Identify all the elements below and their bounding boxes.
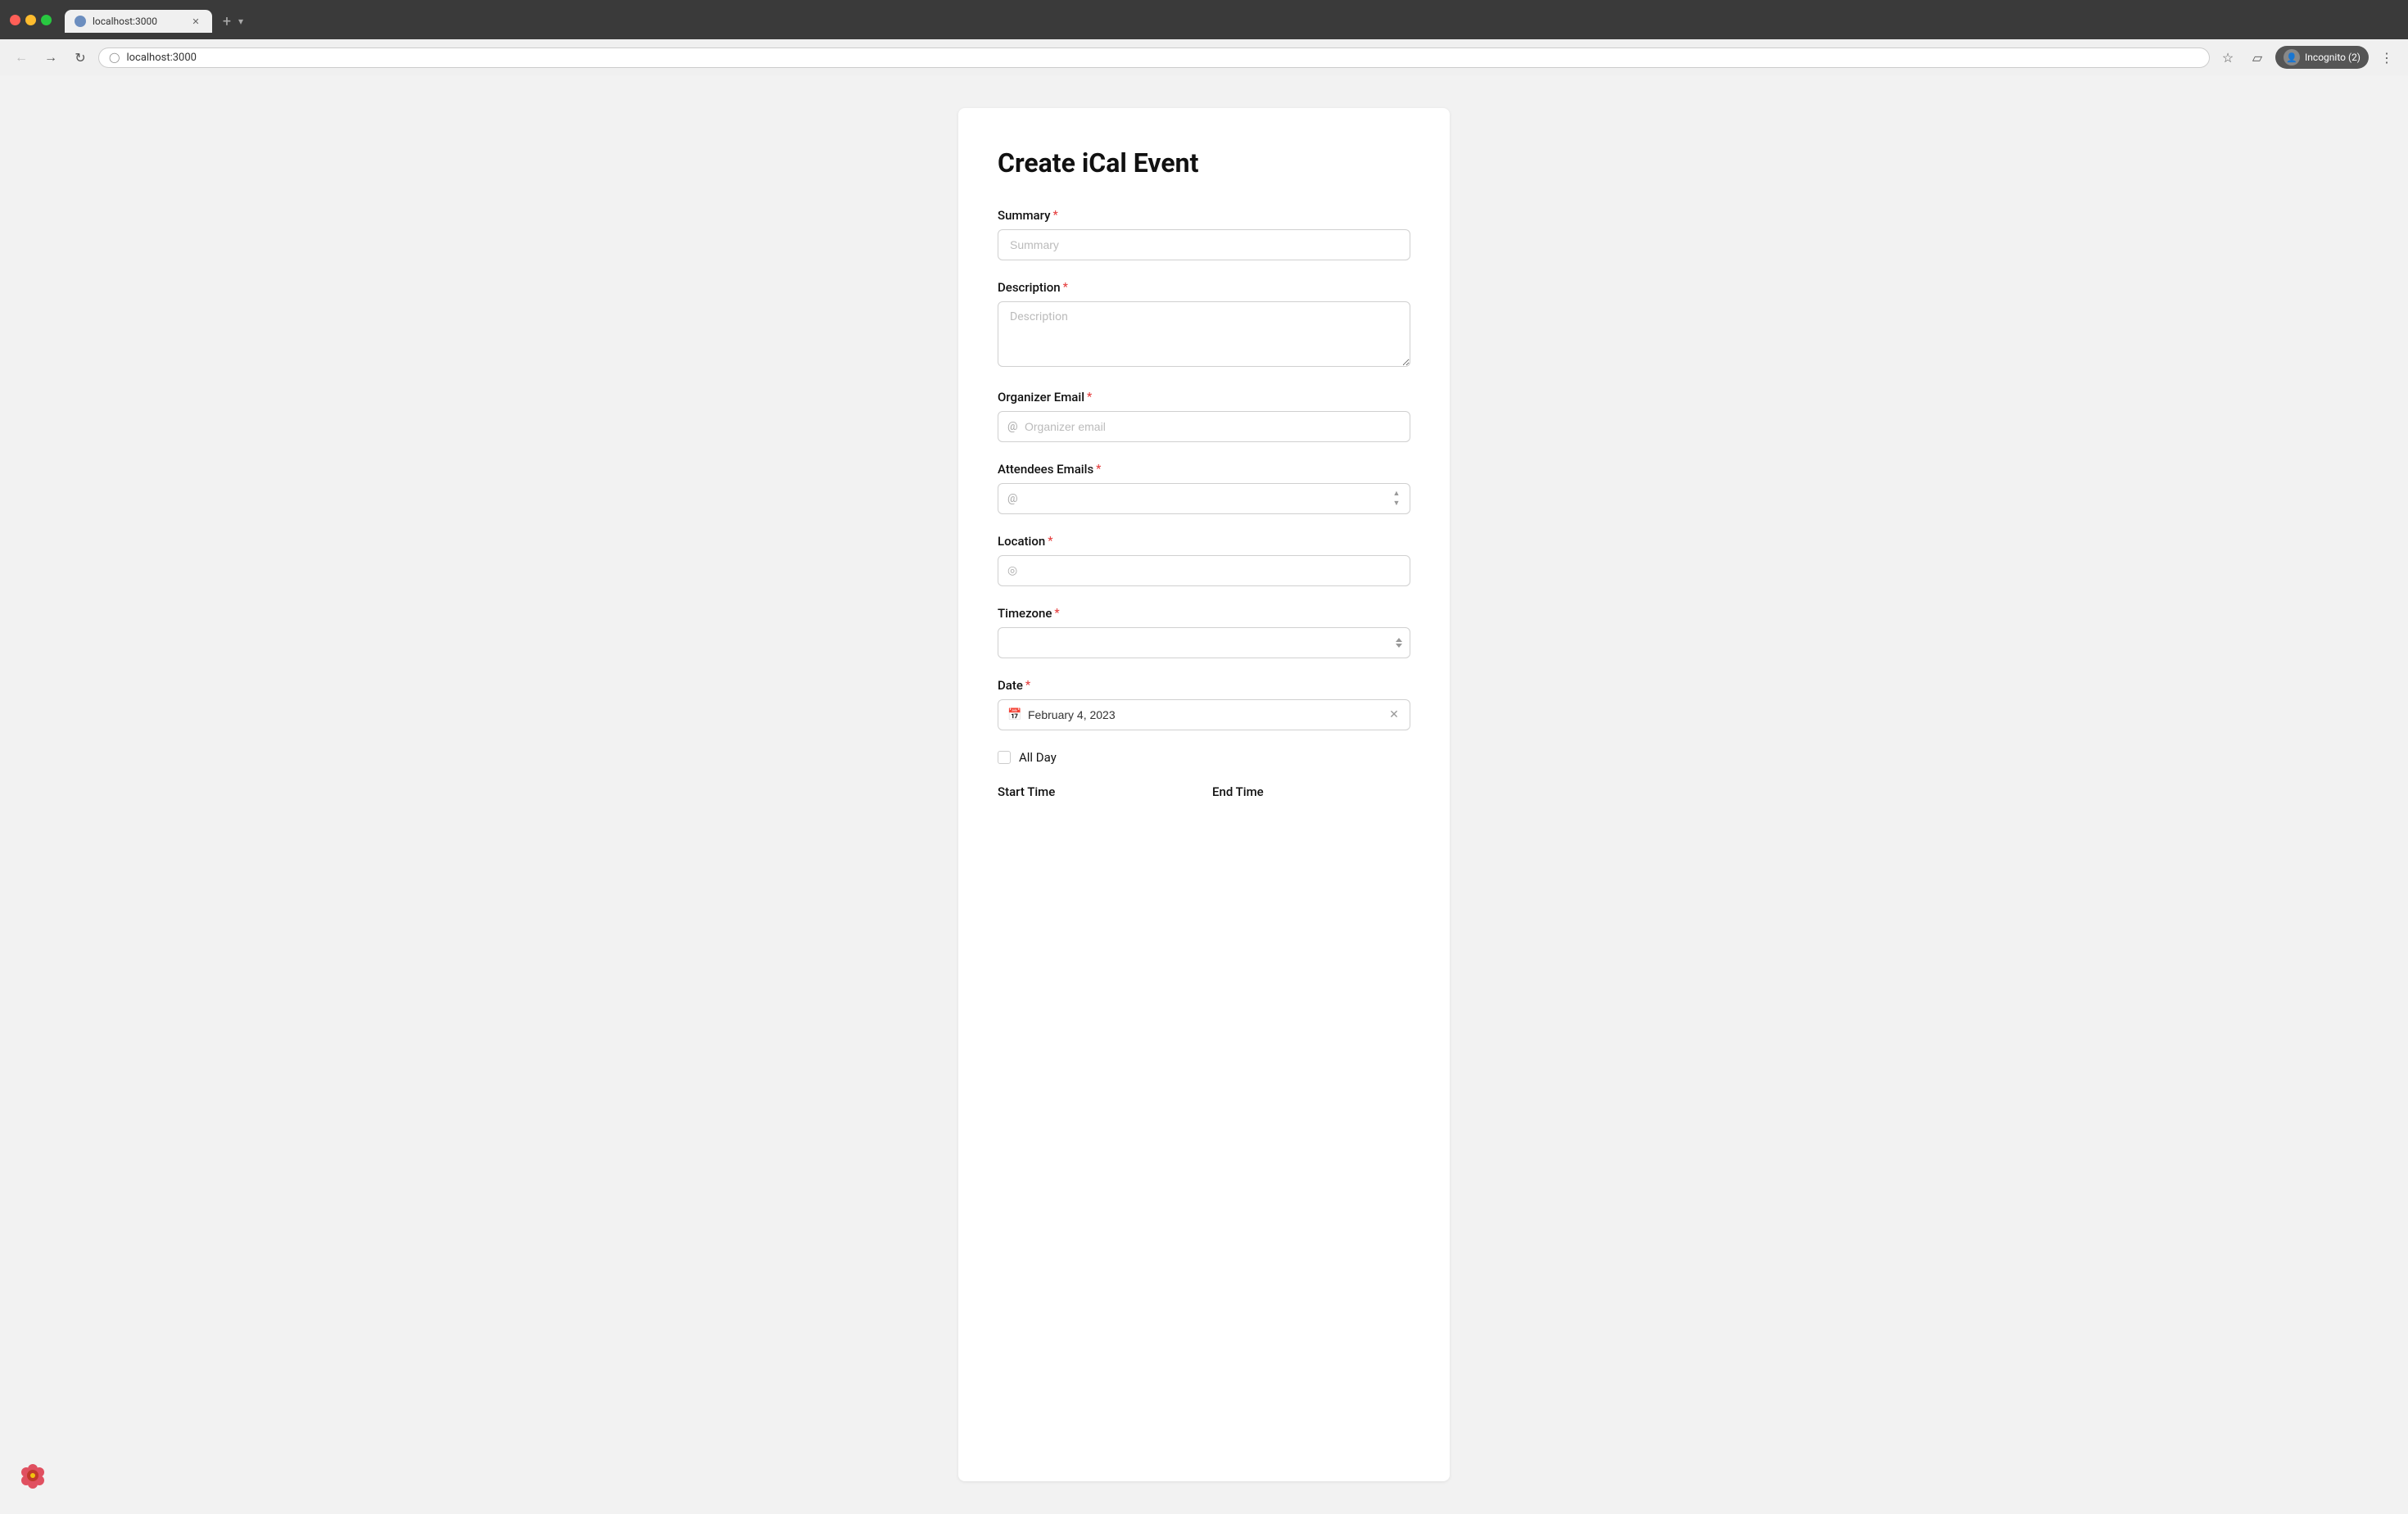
date-input-wrapper: 📅 ✕ [998, 699, 1410, 730]
tab-bar: localhost:3000 ✕ + ▾ [58, 10, 250, 33]
attendees-spinner-up[interactable]: ▲ [1391, 490, 1402, 498]
date-group: Date * 📅 ✕ [998, 678, 1410, 730]
all-day-group: All Day [998, 750, 1410, 765]
active-tab[interactable]: localhost:3000 ✕ [65, 10, 212, 33]
organizer-email-required: * [1087, 391, 1092, 404]
incognito-button[interactable]: 👤 Incognito (2) [2275, 46, 2369, 69]
timezone-select[interactable]: America/New_York America/Chicago America… [998, 627, 1410, 658]
maximize-button[interactable] [41, 15, 52, 25]
back-button[interactable]: ← [10, 46, 33, 69]
tab-expand-button[interactable]: ▾ [238, 16, 243, 27]
attendees-spinner[interactable]: ▲ ▼ [1391, 490, 1402, 508]
date-required: * [1025, 679, 1030, 692]
lock-icon: ◯ [109, 52, 120, 63]
new-tab-button[interactable]: + [215, 10, 238, 33]
time-row: Start Time End Time [998, 784, 1410, 825]
location-input-wrapper: ◎ [998, 555, 1410, 586]
incognito-icon: 👤 [2284, 49, 2300, 66]
timezone-group: Timezone * America/New_York America/Chic… [998, 606, 1410, 658]
tab-favicon [75, 16, 86, 27]
split-view-button[interactable]: ▱ [2246, 46, 2269, 69]
description-input[interactable] [998, 301, 1410, 367]
summary-input[interactable] [998, 229, 1410, 260]
end-time-group: End Time [1212, 784, 1410, 806]
browser-toolbar: ← → ↻ ◯ localhost:3000 ☆ ▱ 👤 Incognito (… [0, 39, 2408, 75]
form-card: Create iCal Event Summary * Description … [958, 108, 1450, 1481]
app-logo [16, 1459, 49, 1492]
date-label: Date * [998, 678, 1410, 693]
attendees-emails-input-wrapper: @ ▲ ▼ [998, 483, 1410, 514]
location-required: * [1048, 535, 1052, 548]
summary-label: Summary * [998, 208, 1410, 223]
attendees-emails-group: Attendees Emails * @ ▲ ▼ [998, 462, 1410, 514]
page-title: Create iCal Event [998, 147, 1410, 179]
location-group: Location * ◎ [998, 534, 1410, 586]
all-day-checkbox[interactable] [998, 751, 1011, 764]
reload-button[interactable]: ↻ [69, 46, 92, 69]
bookmark-button[interactable]: ☆ [2216, 46, 2239, 69]
organizer-email-input-wrapper: @ [998, 411, 1410, 442]
tab-close-button[interactable]: ✕ [189, 15, 202, 28]
description-group: Description * [998, 280, 1410, 370]
address-bar[interactable]: ◯ localhost:3000 [98, 47, 2210, 68]
window-controls [10, 15, 52, 25]
minimize-button[interactable] [25, 15, 36, 25]
all-day-label[interactable]: All Day [1019, 750, 1057, 765]
tab-title: localhost:3000 [93, 16, 183, 27]
description-label: Description * [998, 280, 1410, 295]
toolbar-actions: ☆ ▱ 👤 Incognito (2) ⋮ [2216, 46, 2398, 69]
attendees-emails-inner: @ [998, 483, 1410, 514]
organizer-email-input[interactable] [998, 411, 1410, 442]
url-display: localhost:3000 [126, 52, 2199, 64]
date-input[interactable] [998, 699, 1410, 730]
incognito-label: Incognito (2) [2305, 52, 2360, 63]
start-time-label: Start Time [998, 784, 1196, 799]
menu-button[interactable]: ⋮ [2375, 46, 2398, 69]
date-clear-button[interactable]: ✕ [1386, 707, 1402, 723]
forward-button[interactable]: → [39, 46, 62, 69]
summary-group: Summary * [998, 208, 1410, 260]
page-content: Create iCal Event Summary * Description … [0, 75, 2408, 1514]
timezone-select-wrapper: America/New_York America/Chicago America… [998, 627, 1410, 658]
timezone-required: * [1054, 607, 1059, 620]
summary-required: * [1052, 209, 1057, 222]
organizer-email-group: Organizer Email * @ [998, 390, 1410, 442]
description-required: * [1063, 281, 1068, 294]
browser-titlebar: localhost:3000 ✕ + ▾ [0, 0, 2408, 39]
start-time-group: Start Time [998, 784, 1196, 806]
attendees-spinner-down[interactable]: ▼ [1391, 499, 1402, 508]
attendees-emails-label: Attendees Emails * [998, 462, 1410, 477]
end-time-label: End Time [1212, 784, 1410, 799]
location-label: Location * [998, 534, 1410, 549]
close-button[interactable] [10, 15, 20, 25]
attendees-emails-required: * [1096, 463, 1101, 476]
organizer-email-label: Organizer Email * [998, 390, 1410, 404]
timezone-label: Timezone * [998, 606, 1410, 621]
attendees-emails-input[interactable] [998, 483, 1410, 514]
browser-chrome: localhost:3000 ✕ + ▾ ← → ↻ ◯ localhost:3… [0, 0, 2408, 75]
location-input[interactable] [998, 555, 1410, 586]
